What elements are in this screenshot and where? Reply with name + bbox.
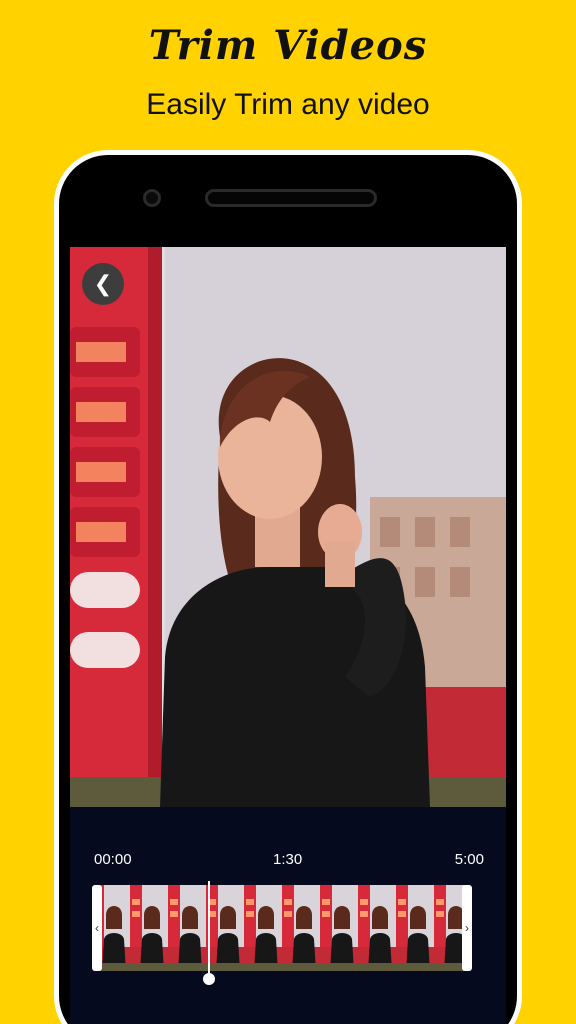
front-camera — [143, 189, 161, 207]
trim-handle-left[interactable]: ‹ — [92, 885, 102, 971]
frame-strip[interactable] — [92, 885, 472, 971]
phone-speaker — [205, 189, 377, 207]
video-preview[interactable]: ❮ — [70, 247, 506, 807]
back-button[interactable]: ❮ — [82, 263, 124, 305]
phone-screen: ❮ 00:00 1:30 5:00 ‹ › — [70, 247, 506, 1024]
start-time-label: 00:00 — [94, 851, 132, 868]
playhead-knob[interactable] — [203, 973, 215, 985]
end-time-label: 5:00 — [454, 851, 484, 868]
thumbnail-frames — [92, 885, 472, 971]
chevron-right-icon: › — [465, 921, 469, 935]
video-frame-image — [70, 247, 506, 807]
headline: Trim Videos — [148, 22, 428, 69]
mid-time-label: 1:30 — [273, 851, 303, 868]
playhead-line[interactable] — [208, 881, 210, 977]
chevron-left-icon: ‹ — [95, 921, 99, 935]
trim-controls: 00:00 1:30 5:00 ‹ › — [70, 807, 506, 1024]
chevron-left-icon: ❮ — [93, 271, 113, 296]
phone-mockup: ❮ 00:00 1:30 5:00 ‹ › — [54, 150, 522, 1024]
subheadline: Easily Trim any video — [146, 88, 430, 121]
trim-handle-right[interactable]: › — [462, 885, 472, 971]
